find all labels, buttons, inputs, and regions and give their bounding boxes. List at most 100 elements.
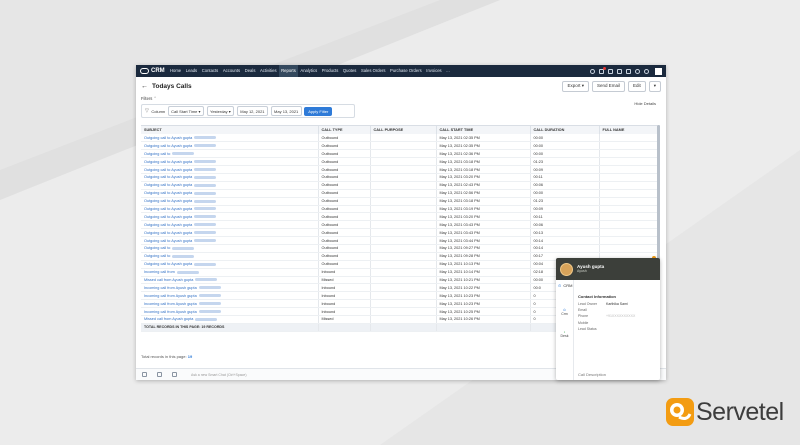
nav-item-deals[interactable]: Deals [242,65,257,77]
subject-link[interactable]: Outgoing call to Ayush gupta [144,262,192,266]
call-description-field[interactable]: Call Description [578,372,606,377]
chat-icon[interactable] [626,68,631,74]
nav-item-activities[interactable]: Activities [258,65,279,77]
cell-subject[interactable]: Missed call from Ayush gupta [141,315,319,324]
table-row[interactable]: Outgoing call to Ayush gupta Outbound May … [141,134,658,143]
subject-link[interactable]: Outgoing call to Ayush gupta [144,215,192,219]
table-row[interactable]: Outgoing call to Ayush gupta Outbound May … [141,212,658,222]
search-icon[interactable] [590,68,595,74]
chat-bottom-icon[interactable] [142,372,147,377]
subject-link[interactable]: Outgoing call to Ayush gupta [144,207,192,211]
subject-link[interactable]: Outgoing call to Ayush gupta [144,144,192,148]
notification-icon[interactable] [599,66,606,74]
hide-details-link[interactable]: Hide Details [634,101,656,106]
subject-link[interactable]: Outgoing call to Ayush gupta [144,136,192,140]
nav-item-analytics[interactable]: Analytics [298,65,319,77]
send-email-button[interactable]: Send Email [591,80,625,92]
table-row[interactable]: Outgoing call to Ayush gupta Outbound May … [141,220,658,230]
subject-link[interactable]: Outgoing call to Ayush gupta [144,168,192,172]
subject-link[interactable]: Outgoing call to Ayush gupta [144,160,192,164]
settings-icon[interactable] [635,68,640,74]
cell-subject[interactable]: Outgoing call to Ayush gupta [141,197,319,206]
contacts-bottom-icon[interactable] [172,372,177,377]
subject-link[interactable]: Incoming call from Ayush gupta [144,286,197,290]
cell-subject[interactable]: Outgoing call to Ayush gupta [141,141,319,151]
table-row[interactable]: Outgoing call to Ayush gupta Outbound May … [141,173,658,182]
scrollbar-thumb[interactable] [657,125,660,265]
cell-subject[interactable]: Incoming call from Ayush gupta [141,283,319,293]
subject-link[interactable]: Incoming call from Ayush gupta [144,294,197,298]
nav-item-home[interactable]: Home [168,65,184,77]
table-row[interactable]: Outgoing call to Ayush gupta Outbound May … [141,165,658,174]
col-header-call-type[interactable]: CALL TYPE [318,126,371,134]
col-header-call-duration[interactable]: CALL DURATION [530,126,600,134]
subject-link[interactable]: Missed call from Ayush gupta [144,317,193,321]
subject-link[interactable]: Incoming call from Ayush gupta [144,310,197,314]
col-header-full-name[interactable]: FULL NAME [599,126,658,134]
subject-link[interactable]: Incoming call from [144,270,175,274]
cell-subject[interactable]: Incoming call from Ayush gupta [141,307,319,316]
subject-link[interactable]: Outgoing call to Ayush gupta [144,223,192,227]
apps-grid-icon[interactable] [655,67,662,75]
add-icon[interactable] [608,68,613,74]
avatar-icon[interactable] [644,68,649,74]
table-row[interactable]: Outgoing call to Ayush gupta Outbound May … [141,205,658,214]
subject-link[interactable]: Missed call from Ayush gupta [144,278,193,282]
cell-subject[interactable]: Outgoing call to [141,252,319,261]
table-row[interactable]: Outgoing call to Ayush gupta Outbound May … [141,189,658,198]
cell-subject[interactable]: Incoming call from Ayush gupta [141,299,319,309]
filters-toggle[interactable]: Filters ˆ [141,96,666,101]
subject-link[interactable]: Incoming call from Ayush gupta [144,302,197,306]
subject-link[interactable]: Outgoing call to [144,246,170,250]
cell-subject[interactable]: Outgoing call to Ayush gupta [141,260,319,269]
filter-field-select[interactable]: Call Start Time ▾ [167,106,205,116]
nav-item-quotes[interactable]: Quotes [341,65,359,77]
edit-menu-button[interactable]: ▾ [648,80,661,92]
subject-link[interactable]: Outgoing call to [144,152,170,156]
export-button[interactable]: Export ▾ [562,80,589,92]
cell-subject[interactable]: Outgoing call to Ayush gupta [141,134,319,143]
table-row[interactable]: Outgoing call to Ayush gupta Outbound May … [141,157,658,167]
nav-item-contacts[interactable]: Contacts [199,65,220,77]
table-row[interactable]: Outgoing call to Ayush gupta Outbound May … [141,141,658,151]
cell-subject[interactable]: Incoming call from Ayush gupta [141,291,319,301]
cell-subject[interactable]: Outgoing call to [141,149,319,159]
cell-subject[interactable]: Outgoing call to Ayush gupta [141,165,319,174]
cell-subject[interactable]: Outgoing call to Ayush gupta [141,236,319,245]
cell-subject[interactable]: Outgoing call to Ayush gupta [141,181,319,190]
nav-more[interactable]: ... [444,65,452,77]
table-row[interactable]: Outgoing call to Outbound May 13, 2021 09:… [141,244,658,253]
edit-button[interactable]: Edit [627,80,646,92]
cell-subject[interactable]: Outgoing call to Ayush gupta [141,205,319,214]
nav-item-leads[interactable]: Leads [183,65,199,77]
filter-from-date[interactable]: May 12, 2021 [236,106,269,116]
calendar-icon[interactable] [617,68,622,74]
cell-subject[interactable]: Outgoing call to Ayush gupta [141,173,319,182]
cell-subject[interactable]: Incoming call from [141,268,319,277]
table-row[interactable]: Outgoing call to Ayush gupta Outbound May … [141,197,658,206]
cell-subject[interactable]: Outgoing call to Ayush gupta [141,157,319,167]
nav-item-accounts[interactable]: Accounts [221,65,243,77]
side-desk[interactable]: ♪ Desk [556,330,573,338]
cell-subject[interactable]: Missed call from Ayush gupta [141,276,319,285]
subject-link[interactable]: Outgoing call to Ayush gupta [144,175,192,179]
side-crm[interactable]: ⊙ Crm [556,308,573,316]
subject-link[interactable]: Outgoing call to [144,254,170,258]
col-header-subject[interactable]: SUBJECT [141,126,319,134]
cell-subject[interactable]: Outgoing call to Ayush gupta [141,228,319,238]
table-row[interactable]: Outgoing call to Ayush gupta Outbound May … [141,181,658,190]
smart-chat-input[interactable]: Ask a new Smart Chat (Ctrl+Space) [191,373,247,377]
cell-subject[interactable]: Outgoing call to Ayush gupta [141,220,319,230]
subject-link[interactable]: Outgoing call to Ayush gupta [144,191,192,195]
subject-link[interactable]: Outgoing call to Ayush gupta [144,183,192,187]
nav-item-reports[interactable]: Reports [278,65,299,77]
back-arrow-icon[interactable]: ← [141,83,148,90]
table-row[interactable]: Outgoing call to Outbound May 13, 2021 02:… [141,149,658,159]
channels-bottom-icon[interactable] [157,372,162,377]
cell-subject[interactable]: Outgoing call to Ayush gupta [141,189,319,198]
subject-link[interactable]: Outgoing call to Ayush gupta [144,239,192,243]
apply-filter-button[interactable]: Apply Filter [304,106,333,116]
cell-subject[interactable]: Outgoing call to [141,244,319,253]
nav-item-invoices[interactable]: Invoices [424,65,444,77]
filter-operator-select[interactable]: Yesterday ▾ [206,106,235,116]
